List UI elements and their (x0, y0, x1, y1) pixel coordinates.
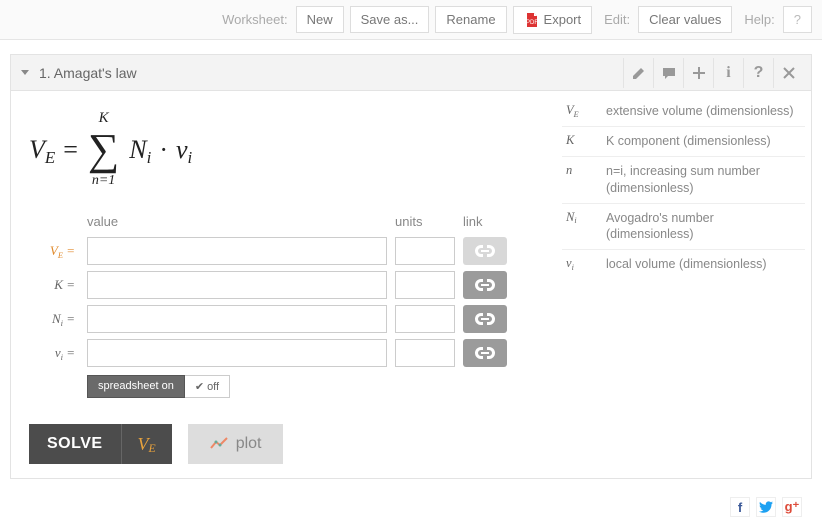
value-input[interactable] (87, 305, 387, 333)
units-input[interactable] (395, 271, 455, 299)
save-as-button[interactable]: Save as... (350, 6, 430, 33)
plot-button[interactable]: plot (188, 424, 284, 464)
export-button[interactable]: PDF Export (513, 6, 593, 34)
help-button[interactable]: ? (783, 6, 812, 33)
google-plus-icon[interactable]: g⁺ (782, 497, 802, 517)
var-label: vi = (29, 345, 79, 361)
var-label: Ni = (29, 311, 79, 327)
help-label: Help: (744, 12, 774, 27)
facebook-icon[interactable]: f (730, 497, 750, 517)
info-icon[interactable]: i (713, 58, 743, 88)
value-grid: value units link VE = K = Ni = vi = (29, 214, 538, 367)
close-icon[interactable] (773, 58, 803, 88)
pdf-icon: PDF (524, 12, 540, 28)
units-input[interactable] (395, 339, 455, 367)
link-button[interactable] (463, 305, 507, 333)
worksheet-label: Worksheet: (222, 12, 288, 27)
units-input[interactable] (395, 305, 455, 333)
header-value: value (87, 214, 387, 231)
question-icon[interactable]: ? (743, 58, 773, 88)
value-input[interactable] (87, 237, 387, 265)
clear-values-button[interactable]: Clear values (638, 6, 732, 33)
definition-row: NiAvogadro's number (dimensionless) (562, 204, 805, 251)
formula-display: VE = K ∑ n=1 Ni · vi (29, 101, 538, 214)
comment-icon[interactable] (653, 58, 683, 88)
link-button[interactable] (463, 271, 507, 299)
header-link: link (463, 214, 511, 231)
value-input[interactable] (87, 271, 387, 299)
var-label: VE = (29, 243, 79, 259)
twitter-icon[interactable] (756, 497, 776, 517)
solve-button[interactable]: SOLVE VE (29, 424, 172, 464)
plot-icon (210, 436, 228, 452)
value-input[interactable] (87, 339, 387, 367)
var-label: K = (29, 277, 79, 293)
spreadsheet-toggle[interactable]: spreadsheet on ✔off (87, 375, 538, 398)
rename-button[interactable]: Rename (435, 6, 506, 33)
definition-row: KK component (dimensionless) (562, 127, 805, 157)
svg-text:PDF: PDF (526, 20, 538, 26)
new-button[interactable]: New (296, 6, 344, 33)
edit-label: Edit: (604, 12, 630, 27)
units-input[interactable] (395, 237, 455, 265)
collapse-icon[interactable] (21, 70, 29, 75)
link-button[interactable] (463, 339, 507, 367)
link-button (463, 237, 507, 265)
card-title: 1. Amagat's law (39, 65, 623, 81)
definition-row: vilocal volume (dimensionless) (562, 250, 805, 279)
add-icon[interactable] (683, 58, 713, 88)
definition-row: VEextensive volume (dimensionless) (562, 97, 805, 127)
definition-row: nn=i, increasing sum number (dimensionle… (562, 157, 805, 204)
header-units: units (395, 214, 455, 231)
definitions-panel: VEextensive volume (dimensionless)KK com… (556, 91, 811, 478)
edit-icon[interactable] (623, 58, 653, 88)
formula-card: 1. Amagat's law i ? VE = K ∑ n=1 Ni (10, 54, 812, 479)
